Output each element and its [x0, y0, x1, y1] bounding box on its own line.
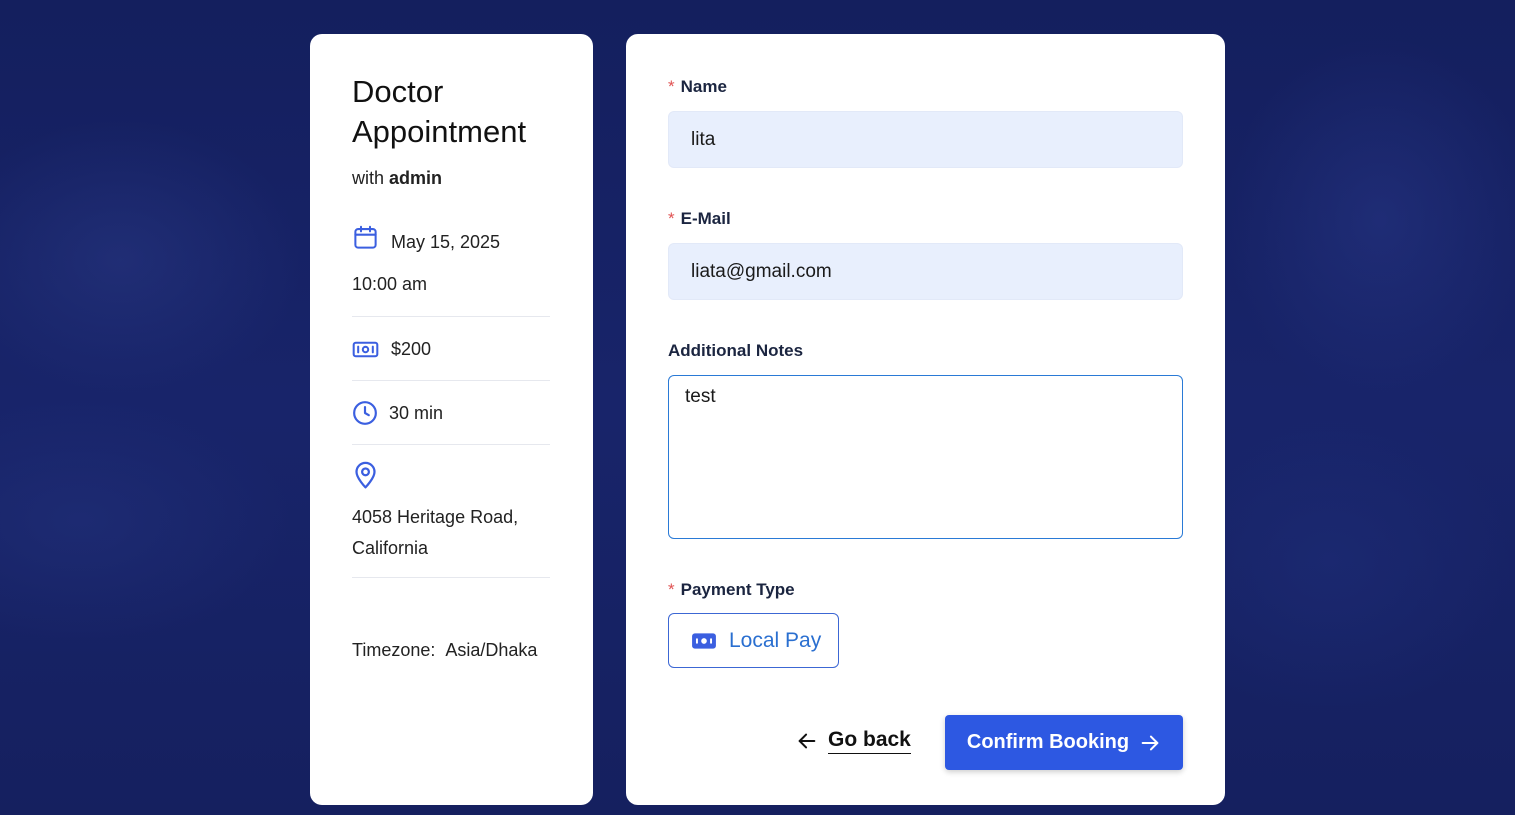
required-marker: *: [668, 77, 675, 96]
go-back-label: Go back: [828, 728, 911, 754]
payment-label-text: Payment Type: [680, 580, 795, 599]
host-prefix: with: [352, 168, 385, 188]
notes-field-label: Additional Notes: [668, 341, 804, 360]
duration-value: 30 min: [389, 403, 444, 423]
location-line-2: California: [352, 538, 429, 558]
timezone-label: Timezone:: [352, 640, 436, 660]
clock-icon: [352, 400, 379, 427]
divider: [352, 380, 550, 381]
confirm-booking-button[interactable]: Confirm Booking: [945, 715, 1183, 770]
name-input[interactable]: [668, 111, 1183, 168]
go-back-link[interactable]: Go back: [796, 728, 911, 754]
time-row: 10:00 am: [352, 274, 427, 295]
duration-row: 30 min: [352, 400, 443, 427]
local-pay-option[interactable]: Local Pay: [668, 613, 839, 668]
host-name: admin: [389, 168, 443, 188]
location-address: 4058 Heritage Road, California: [352, 502, 518, 564]
location-icon-row: [352, 460, 379, 489]
required-marker: *: [668, 580, 675, 599]
host-line: with admin: [352, 168, 442, 189]
appointment-summary-card: Doctor Appointment with admin May 15, 20…: [310, 34, 593, 805]
event-title: Doctor Appointment: [352, 74, 527, 149]
timezone-row: Timezone: Asia/Dhaka: [352, 640, 537, 661]
date-row: May 15, 2025: [352, 222, 500, 253]
divider: [352, 316, 550, 317]
arrow-left-icon: [796, 730, 818, 752]
price-row: $200: [352, 336, 431, 363]
money-icon: [352, 336, 379, 363]
calendar-icon: [352, 224, 379, 251]
payment-field-label: * Payment Type: [668, 580, 795, 600]
location-line-1: 4058 Heritage Road,: [352, 507, 519, 527]
confirm-booking-label: Confirm Booking: [966, 731, 1130, 753]
email-field-label: * E-Mail: [668, 209, 731, 229]
appointment-date: May 15, 2025: [391, 232, 501, 252]
local-pay-label: Local Pay: [729, 628, 822, 652]
map-pin-icon: [352, 460, 379, 489]
divider: [352, 444, 550, 445]
arrow-right-icon: [1139, 732, 1161, 754]
email-input[interactable]: [668, 243, 1183, 300]
name-field-label: * Name: [668, 77, 727, 97]
name-label-text: Name: [680, 77, 727, 96]
email-label-text: E-Mail: [680, 209, 731, 228]
timezone-value: Asia/Dhaka: [445, 640, 538, 660]
money-icon: [691, 628, 717, 654]
booking-form-card: * Name * E-Mail Additional Notes test * Pay…: [626, 34, 1225, 805]
price-value: $200: [391, 339, 432, 359]
divider: [352, 577, 550, 578]
notes-textarea[interactable]: test: [668, 375, 1183, 539]
appointment-time: 10:00 am: [352, 274, 428, 294]
required-marker: *: [668, 209, 675, 228]
